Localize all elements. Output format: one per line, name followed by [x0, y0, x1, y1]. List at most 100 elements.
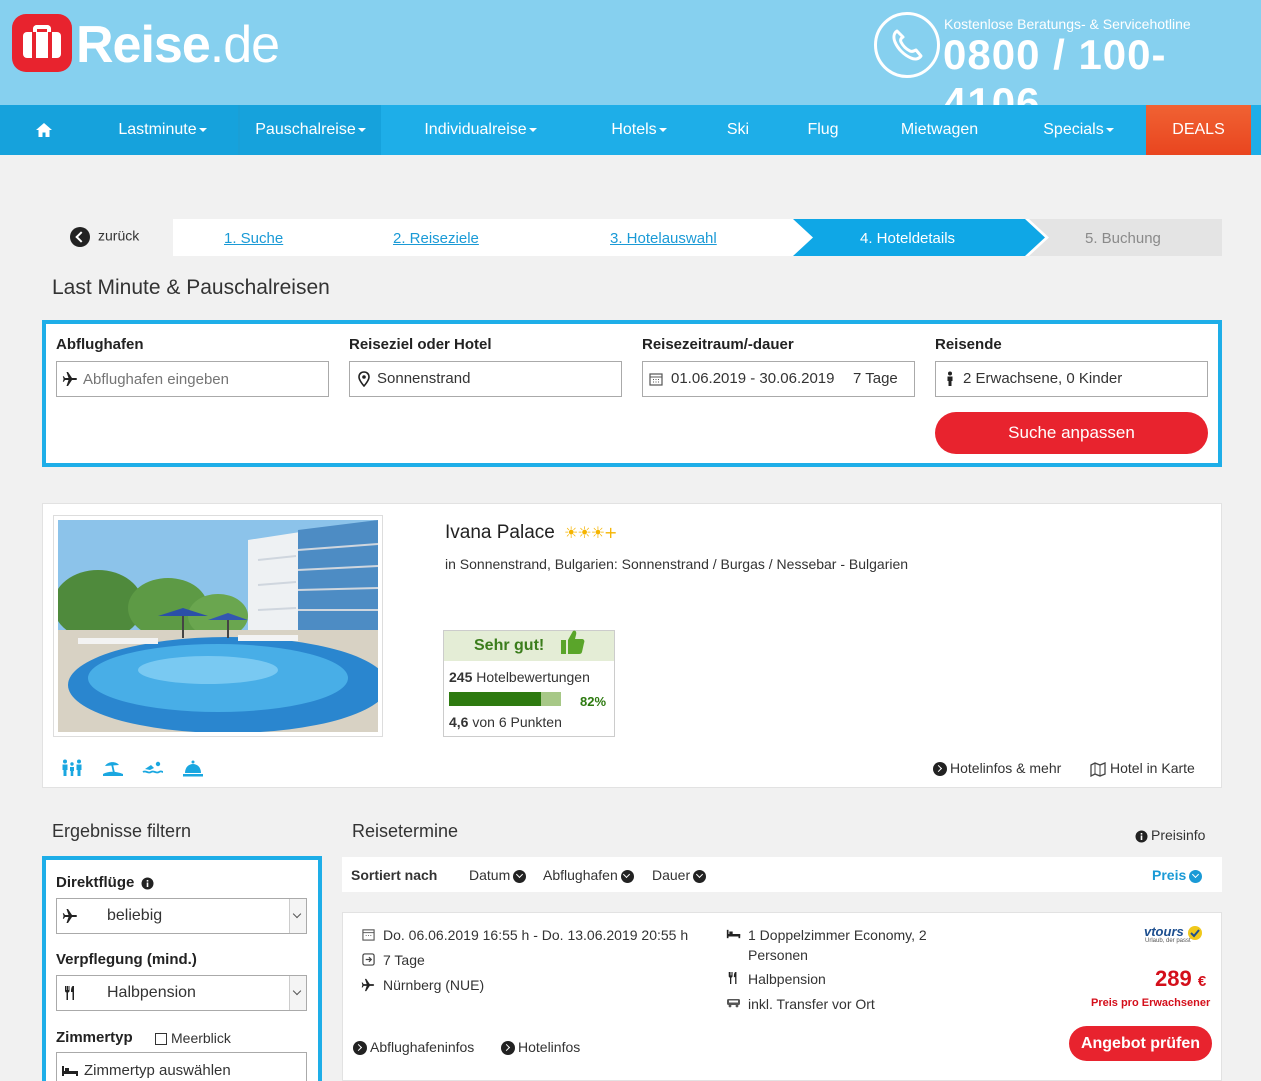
- step-link[interactable]: 1. Suche: [224, 230, 283, 247]
- back-link[interactable]: zurück: [70, 227, 139, 247]
- chevron-left-icon: [70, 227, 90, 247]
- step-4-active: 4. Hoteldetails: [860, 230, 956, 247]
- nav-label: Specials: [1043, 121, 1104, 138]
- sort-preis-active[interactable]: Preis: [1152, 867, 1203, 883]
- sort-datum[interactable]: Datum: [469, 867, 527, 883]
- page-title: Last Minute & Pauschalreisen: [52, 276, 330, 299]
- adjust-search-button[interactable]: Suche anpassen: [935, 412, 1208, 454]
- direct-flights-value: beliebig: [107, 907, 163, 924]
- destination-label: Reiseziel oder Hotel: [349, 336, 492, 353]
- chevron-down-icon: [620, 869, 634, 883]
- departure-field[interactable]: [56, 361, 386, 397]
- sort-option-label: Datum: [469, 867, 511, 883]
- period-field[interactable]: 01.06.2019 - 30.06.2019 7 Tage: [642, 361, 915, 397]
- thumbs-up-icon: [561, 630, 585, 654]
- hotel-name: Ivana Palace: [445, 522, 555, 543]
- rating-label: Sehr gut!: [474, 637, 545, 654]
- plane-icon: [361, 978, 375, 992]
- hotelinfos-link[interactable]: Hotelinfos & mehr: [933, 760, 1061, 777]
- sort-abflughafen[interactable]: Abflughafen: [543, 867, 634, 883]
- travelers-field[interactable]: 2 Erwachsene, 0 Kinder: [935, 361, 1208, 397]
- board-value: Halbpension: [107, 984, 196, 1001]
- info-icon: [1135, 830, 1148, 843]
- step-2[interactable]: 2. Reiseziele: [393, 219, 479, 256]
- site-logo[interactable]: Reise.de: [76, 14, 280, 76]
- priceinfo-link[interactable]: Preisinfo: [1135, 827, 1205, 843]
- nav-item-hotels[interactable]: Hotels: [580, 105, 698, 155]
- score-line: 4,6 von 6 Punkten: [449, 714, 562, 730]
- offer-airport: Nürnberg (NUE): [383, 977, 485, 993]
- back-label: zurück: [98, 227, 140, 244]
- info-icon[interactable]: [141, 877, 154, 890]
- offer-hotelinfos-link[interactable]: Hotelinfos: [501, 1039, 580, 1056]
- map-icon: [1090, 761, 1106, 777]
- offer-transfer: inkl. Transfer vor Ort: [748, 996, 875, 1012]
- review-count: 245: [449, 669, 473, 685]
- step-3[interactable]: 3. Hotelauswahl: [610, 219, 717, 256]
- hotel-photo: [58, 520, 378, 732]
- nav-item-pauschalreise[interactable]: Pauschalreise: [240, 105, 381, 155]
- hotel-map-link[interactable]: Hotel in Karte: [1090, 760, 1195, 777]
- chevron-down-icon: [289, 976, 306, 1010]
- nav-item-lastminute[interactable]: Lastminute: [87, 105, 238, 155]
- calendar-icon: [362, 929, 375, 941]
- direct-flights-label-text: Direktflüge: [56, 874, 135, 891]
- step-link[interactable]: 3. Hotelauswahl: [610, 230, 717, 247]
- filter-title: Ergebnisse filtern: [52, 821, 192, 841]
- nav-item-flug[interactable]: Flug: [778, 105, 868, 155]
- swimming-icon: [142, 761, 164, 774]
- rating-box[interactable]: Sehr gut! 245 Hotelbewertungen 82% 4,6 v…: [443, 630, 615, 737]
- recommendation-bar: [449, 692, 561, 706]
- nav-item-individualreise[interactable]: Individualreise: [381, 105, 580, 155]
- departure-input[interactable]: [83, 362, 319, 396]
- score-value: 4,6: [449, 714, 469, 730]
- operator-tagline: Urlaub, der passt: [1145, 938, 1191, 944]
- seaview-checkbox[interactable]: Meerblick: [155, 1030, 231, 1046]
- chevron-right-icon: [933, 762, 947, 777]
- person-icon: [947, 371, 953, 386]
- chevron-down-icon: [289, 899, 306, 933]
- board-label: Verpflegung (mind.): [56, 951, 197, 968]
- sort-dauer[interactable]: Dauer: [652, 867, 707, 883]
- sort-option-label: Dauer: [652, 867, 691, 883]
- home-nav-button[interactable]: [0, 105, 87, 155]
- hotline-label: Kostenlose Beratungs- & Servicehotline: [944, 16, 1191, 32]
- results-title: Reisetermine: [352, 821, 459, 841]
- sort-option-label: Abflughafen: [543, 867, 618, 883]
- suitcase-logo-icon[interactable]: [12, 14, 72, 72]
- room-type-select[interactable]: Zimmertyp auswählen: [56, 1052, 307, 1081]
- hotel-sun-rating: ☀☀☀+: [564, 523, 617, 542]
- nav-item-specials[interactable]: Specials: [1011, 105, 1146, 155]
- site-header: Reise.de Kostenlose Beratungs- & Service…: [0, 0, 1261, 126]
- step-link[interactable]: 2. Reiseziele: [393, 230, 479, 247]
- hotel-map-label: Hotel in Karte: [1110, 760, 1195, 776]
- checkbox-box[interactable]: [155, 1033, 167, 1046]
- offer-room-line1: 1 Doppelzimmer Economy, 2: [748, 927, 927, 943]
- destination-field[interactable]: Sonnenstrand: [349, 361, 622, 397]
- direct-flights-select[interactable]: beliebig: [56, 898, 307, 934]
- nav-item-deals[interactable]: DEALS: [1146, 105, 1251, 155]
- seaview-label: Meerblick: [171, 1030, 231, 1046]
- step-5: 5. Buchung: [1085, 230, 1161, 247]
- airport-info-link[interactable]: Abflughafeninfos: [353, 1039, 475, 1056]
- step-1[interactable]: 1. Suche: [224, 219, 283, 256]
- check-offer-button[interactable]: Angebot prüfen: [1069, 1026, 1212, 1061]
- chevron-right-icon: [353, 1041, 367, 1056]
- airport-info-label: Abflughafeninfos: [370, 1039, 475, 1055]
- period-duration: 7 Tage: [853, 370, 898, 387]
- operator-name: vtours: [1144, 924, 1184, 939]
- price-currency: €: [1197, 973, 1207, 990]
- period-dates: 01.06.2019 - 30.06.2019: [671, 370, 835, 387]
- board-select[interactable]: Halbpension: [56, 975, 307, 1011]
- nav-label: Ski: [726, 121, 750, 138]
- hotel-image[interactable]: [53, 515, 383, 737]
- nav-item-ski[interactable]: Ski: [698, 105, 778, 155]
- nav-item-mietwagen[interactable]: Mietwagen: [868, 105, 1011, 155]
- price-note: Preis pro Erwachsener: [1091, 997, 1211, 1009]
- plane-icon: [62, 909, 77, 923]
- caret-down-icon: [198, 127, 207, 132]
- period-label: Reisezeitraum/-dauer: [642, 336, 794, 353]
- caret-down-icon: [357, 127, 366, 132]
- cutlery-icon: [65, 986, 74, 1000]
- priceinfo-label: Preisinfo: [1151, 827, 1206, 843]
